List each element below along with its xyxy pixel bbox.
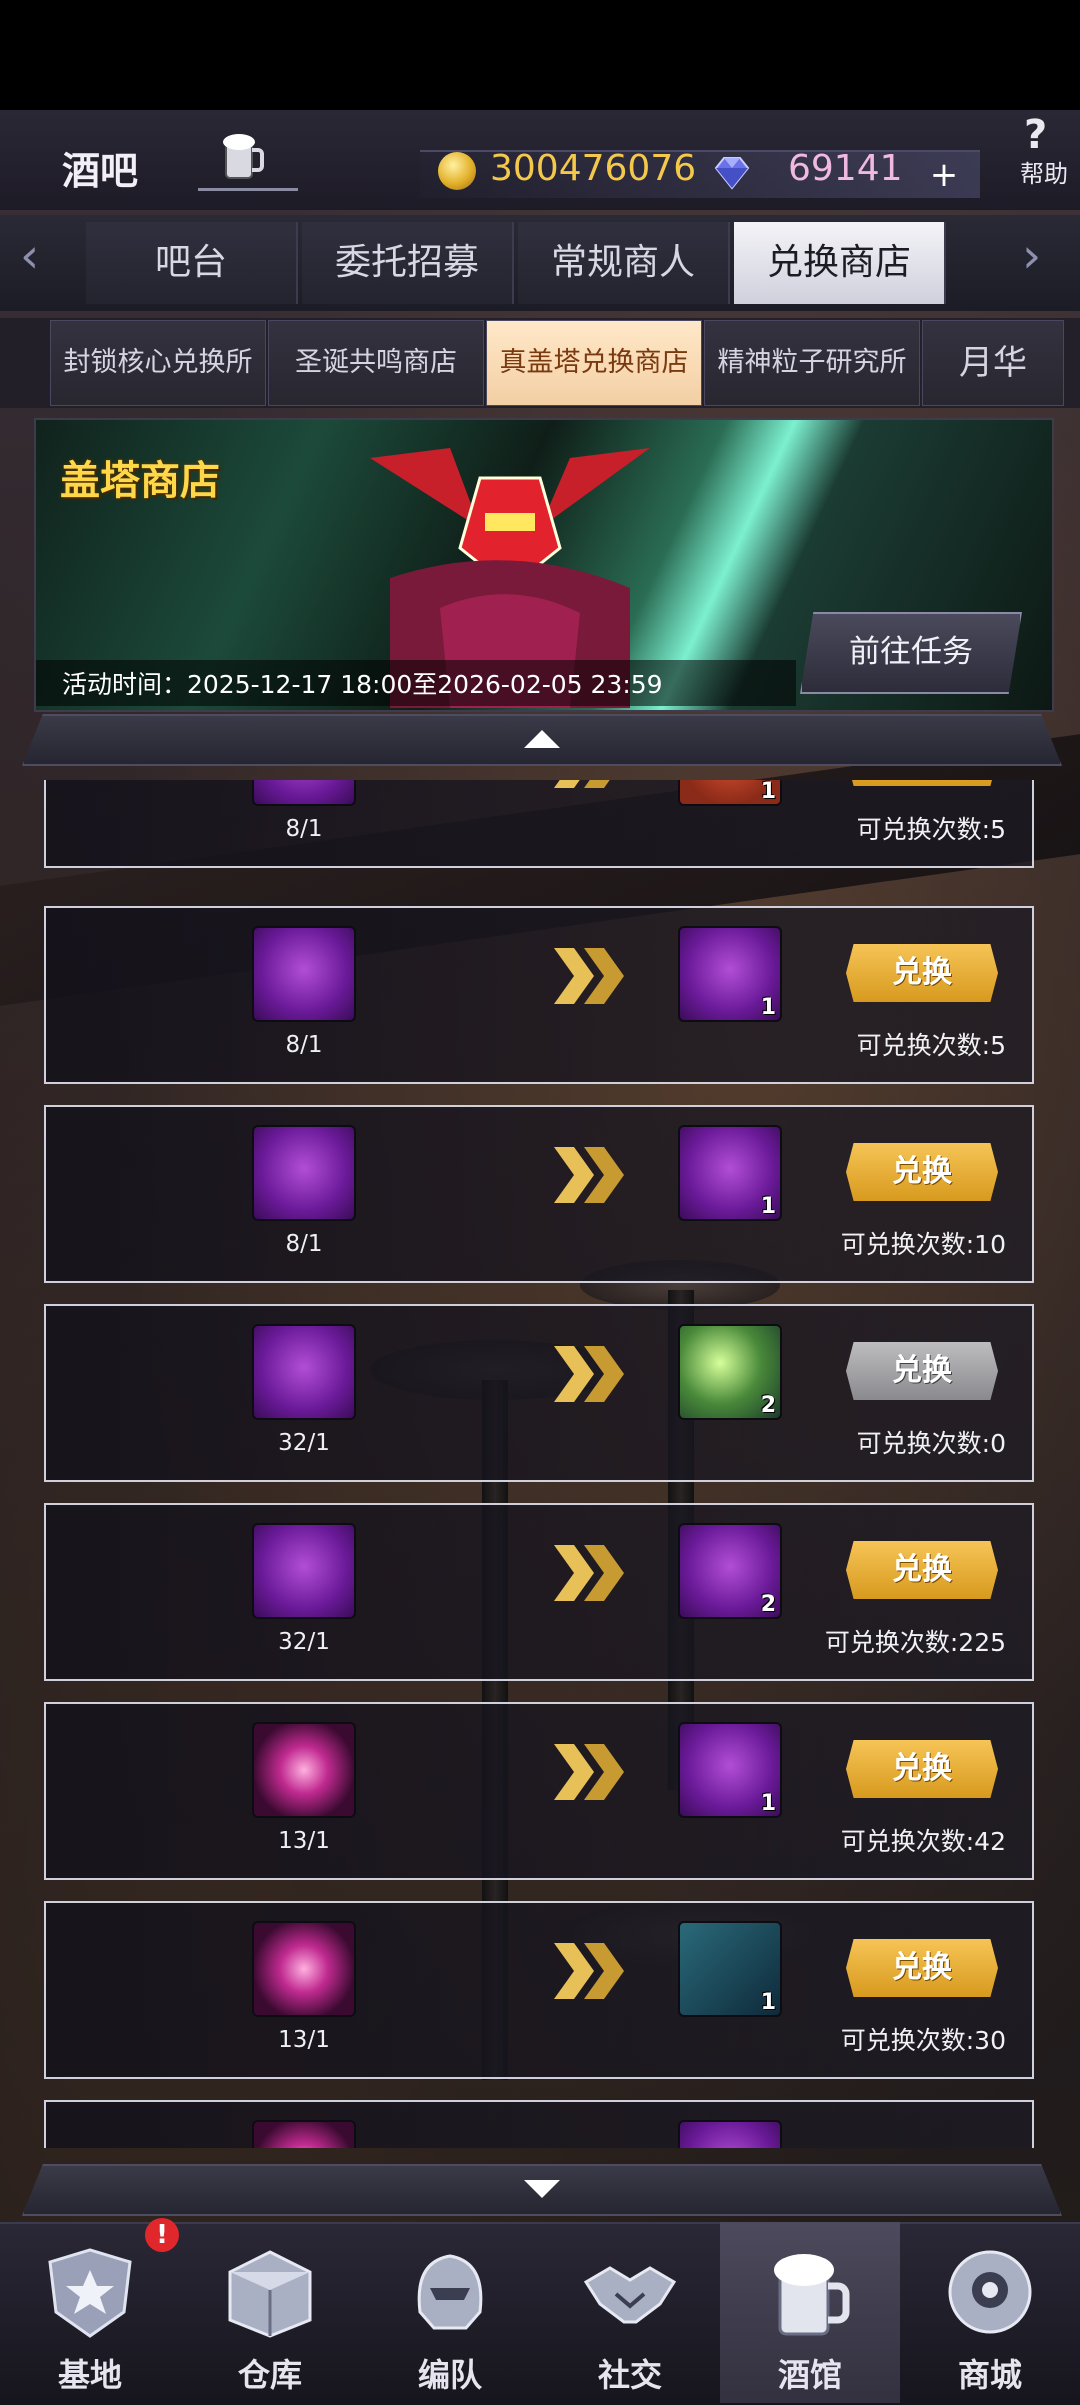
exchange-row: 32/1 2 兑换 可兑换次数:225 <box>44 1503 1034 1681</box>
tabs-left-arrow-icon[interactable]: ‹ <box>20 228 39 284</box>
reward-item-icon <box>678 2120 782 2148</box>
green-capsule-icon: 1 <box>678 1722 782 1818</box>
core-orb-icon <box>252 2120 356 2148</box>
double-chevron-icon <box>554 948 624 1004</box>
exchange-button[interactable]: 兑换 <box>846 1740 998 1798</box>
tabs-right-arrow-icon[interactable]: › <box>1022 228 1041 284</box>
chevron-up-icon <box>524 730 560 748</box>
weapon-parts-icon <box>252 1523 356 1619</box>
remaining-count: 可兑换次数:30 <box>840 2026 1006 2055</box>
green-gem-pendant-icon: 1 <box>678 1125 782 1221</box>
nav-mall[interactable]: 商城 <box>900 2222 1080 2403</box>
nav-label: 酒馆 <box>777 2356 842 2394</box>
help-label: 帮助 <box>1020 160 1068 188</box>
exchange-row: 8/1 1 兑换 可兑换次数:5 <box>44 906 1034 1084</box>
nav-label: 仓库 <box>237 2356 302 2394</box>
remaining-count: 可兑换次数:5 <box>856 815 1006 844</box>
robot-orb-icon <box>948 2250 1032 2334</box>
exchange-button[interactable]: 兑换 <box>846 1939 998 1997</box>
exchange-row: 13/1 1 兑换 可兑换次数:42 <box>44 1702 1034 1880</box>
beer-mug-icon <box>774 2254 850 2336</box>
coin-balance: 300476076 <box>490 148 697 189</box>
remaining-count: 可兑换次数:0 <box>856 1429 1006 1458</box>
blueprint-icon: 1 <box>678 1921 782 2017</box>
nav-tavern[interactable]: 酒馆 <box>720 2222 900 2403</box>
tab-commission-recruit[interactable]: 委托招募 <box>302 222 514 304</box>
axe-icon: 1 <box>678 926 782 1022</box>
cost-ratio: 13/1 <box>278 2027 330 2053</box>
getter-part-icon <box>252 926 356 1022</box>
subtab-spirit-particle[interactable]: 精神粒子研究所 <box>704 320 920 406</box>
coin-icon <box>438 152 476 190</box>
nav-label: 商城 <box>957 2356 1022 2394</box>
cost-ratio: 8/1 <box>285 816 323 842</box>
double-chevron-icon <box>554 1943 624 1999</box>
cost-ratio: 13/1 <box>278 1828 330 1854</box>
alert-badge: ! <box>145 2218 179 2252</box>
double-chevron-icon <box>554 1346 624 1402</box>
nav-label: 基地 <box>57 2356 122 2394</box>
double-chevron-icon <box>554 780 610 788</box>
crystal-shard-icon: 2 <box>678 1523 782 1619</box>
subtab-shin-getter[interactable]: 真盖塔兑换商店 <box>486 320 702 406</box>
goto-tasks-button[interactable]: 前往任务 <box>800 612 1022 694</box>
cost-ratio: 32/1 <box>278 1430 330 1456</box>
exchange-button-disabled[interactable]: 兑换 <box>846 1342 998 1400</box>
exchange-button[interactable]: 兑换 <box>846 780 998 786</box>
nav-social[interactable]: 社交 <box>540 2222 720 2403</box>
remaining-count: 可兑换次数:5 <box>856 1031 1006 1060</box>
core-orb-icon <box>252 1921 356 2017</box>
subtab-christmas-resonance[interactable]: 圣诞共鸣商店 <box>268 320 484 406</box>
help-icon: ? <box>1024 112 1048 158</box>
exchange-row <box>44 2100 1034 2148</box>
exchange-list[interactable]: 8/1 1 兑换 可兑换次数:5 8/1 1 兑换 可兑换次数:5 8/1 1 … <box>44 780 1036 2148</box>
exchange-row: 8/1 1 兑换 可兑换次数:5 <box>44 780 1034 868</box>
remaining-count: 可兑换次数:42 <box>840 1827 1006 1856</box>
nav-warehouse[interactable]: 仓库 <box>180 2222 360 2403</box>
event-time-label: 活动时间：2025-12-17 18:00至2026-02-05 23:59 <box>62 670 663 699</box>
warehouse-icon <box>228 2250 312 2338</box>
add-currency-button[interactable]: + <box>925 158 963 192</box>
helmet-icon <box>417 2254 483 2330</box>
nav-formation[interactable]: 编队 <box>360 2222 540 2403</box>
weapon-parts-icon <box>252 1324 356 1420</box>
green-beam-icon: 2 <box>678 1324 782 1420</box>
nav-label: 社交 <box>597 2356 662 2394</box>
status-bar <box>0 0 1080 110</box>
tab-bar-counter[interactable]: 吧台 <box>86 222 298 304</box>
title-divider <box>198 188 298 191</box>
getter-part-icon <box>252 1125 356 1221</box>
handshake-icon <box>583 2266 677 2324</box>
banner-title: 盖塔商店 <box>60 457 220 504</box>
gem-icon <box>714 157 750 190</box>
cost-ratio: 8/1 <box>285 1231 323 1257</box>
exchange-row: 8/1 1 兑换 可兑换次数:10 <box>44 1105 1034 1283</box>
exchange-row: 13/1 1 兑换 可兑换次数:30 <box>44 1901 1034 2079</box>
page-title: 酒吧 <box>62 149 139 193</box>
gem-balance: 69141 <box>788 148 903 189</box>
remaining-count: 可兑换次数:225 <box>824 1628 1006 1657</box>
exchange-row: 32/1 2 兑换 可兑换次数:0 <box>44 1304 1034 1482</box>
exchange-button[interactable]: 兑换 <box>846 1541 998 1599</box>
subtab-moonlight[interactable]: 月华 <box>922 320 1064 406</box>
tab-exchange-shop[interactable]: 兑换商店 <box>734 222 946 304</box>
exchange-button[interactable]: 兑换 <box>846 944 998 1002</box>
chevron-down-icon <box>524 2180 560 2198</box>
beer-mug-icon <box>223 134 264 179</box>
star-emblem-icon <box>48 2248 132 2338</box>
document-icon: 1 <box>678 780 782 806</box>
cost-ratio: 32/1 <box>278 1629 330 1655</box>
exchange-button[interactable]: 兑换 <box>846 1143 998 1201</box>
core-orb-icon <box>252 1722 356 1818</box>
nav-label: 编队 <box>417 2356 482 2394</box>
subtab-lockdown-core[interactable]: 封锁核心兑换所 <box>50 320 266 406</box>
tab-regular-merchant[interactable]: 常规商人 <box>518 222 730 304</box>
double-chevron-icon <box>554 1545 624 1601</box>
cost-ratio: 8/1 <box>285 1032 323 1058</box>
getter-part-icon <box>252 780 356 806</box>
double-chevron-icon <box>554 1147 624 1203</box>
double-chevron-icon <box>554 1744 624 1800</box>
remaining-count: 可兑换次数:10 <box>840 1230 1006 1259</box>
